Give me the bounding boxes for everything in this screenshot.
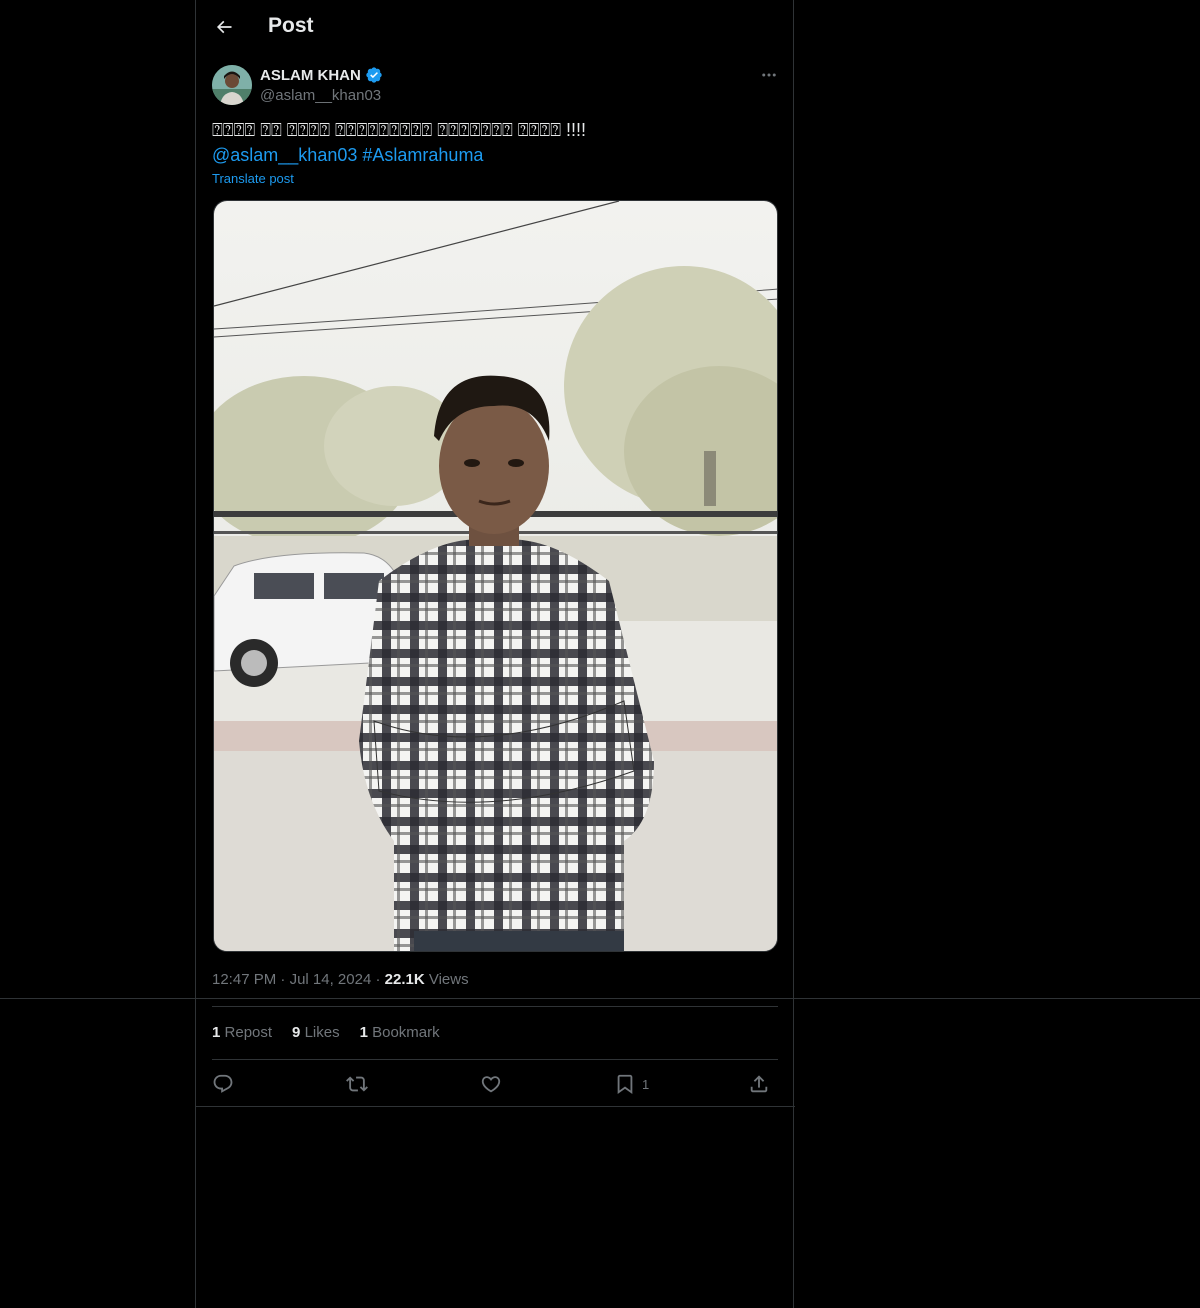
reply-icon [213, 1074, 233, 1093]
author-name[interactable]: ASLAM KHAN [260, 66, 383, 84]
bookmark-count: 1 [642, 1076, 650, 1092]
reply-button[interactable] [212, 1070, 234, 1098]
more-dots-icon [762, 73, 776, 77]
like-button[interactable] [480, 1070, 502, 1098]
avatar[interactable] [212, 65, 252, 105]
divider [212, 1006, 778, 1007]
likes-stat[interactable]: 9 Likes [292, 1024, 340, 1041]
author-handle[interactable]: @aslam__khan03 [260, 87, 381, 104]
reposts-stat[interactable]: 1 Repost [212, 1024, 272, 1041]
share-icon [750, 1075, 768, 1093]
post-meta: 12:47 PM · Jul 14, 2024 · 22.1K Views [212, 971, 469, 988]
post-image[interactable] [213, 200, 778, 952]
repost-icon [346, 1076, 368, 1092]
more-options-button[interactable] [756, 64, 782, 86]
translate-post-link[interactable]: Translate post [212, 171, 294, 186]
verified-badge-icon[interactable] [365, 66, 383, 84]
meta-dot: · [375, 971, 385, 988]
bookmark-icon [617, 1074, 633, 1095]
repost-button[interactable] [346, 1070, 368, 1098]
mention-link[interactable]: @aslam__khan03 [212, 145, 357, 165]
bookmarks-label: Bookmark [372, 1024, 440, 1041]
back-button[interactable] [208, 11, 240, 43]
like-icon [481, 1076, 501, 1093]
views-count: 22.1K [384, 971, 425, 988]
reposts-count: 1 [212, 1024, 221, 1041]
divider [196, 1106, 795, 1107]
page-title: Post [268, 14, 314, 37]
bookmarks-stat[interactable]: 1 Bookmark [360, 1024, 440, 1041]
post-text: ⍰⍰⍰⍰ ⍰⍰ ⍰⍰⍰⍰ ⍰⍰⍰⍰⍰⍰⍰⍰⍰ ⍰⍰⍰⍰⍰⍰⍰ ⍰⍰⍰⍰ !!!! [212, 120, 587, 140]
action-bar: 1 [212, 1070, 778, 1098]
reposts-label: Repost [224, 1024, 273, 1041]
likes-label: Likes [304, 1024, 340, 1041]
likes-count: 9 [292, 1024, 301, 1041]
post-photo [214, 201, 777, 951]
author-name-text: ASLAM KHAN [260, 66, 361, 84]
post-links: @aslam__khan03 #Aslamrahuma [212, 143, 483, 167]
post-date[interactable]: Jul 14, 2024 [290, 971, 372, 988]
hashtag-link[interactable]: #Aslamrahuma [362, 145, 483, 165]
share-button[interactable] [748, 1070, 770, 1098]
page-header: Post [196, 0, 795, 54]
arrow-left-icon [216, 20, 232, 34]
bookmarks-count: 1 [359, 1024, 368, 1041]
divider [212, 1059, 778, 1060]
bookmark-button[interactable]: 1 [614, 1070, 649, 1098]
engagement-stats: 1 Repost 9 Likes 1 Bookmark [212, 1024, 440, 1041]
meta-dot: · [280, 971, 290, 988]
views-label: Views [428, 971, 469, 988]
avatar-photo [212, 65, 252, 105]
post-time[interactable]: 12:47 PM [212, 971, 276, 988]
post-detail-column: Post ASLAM KHAN @aslam__khan03 ⍰⍰⍰⍰ ⍰⍰ ⍰… [195, 0, 795, 1308]
